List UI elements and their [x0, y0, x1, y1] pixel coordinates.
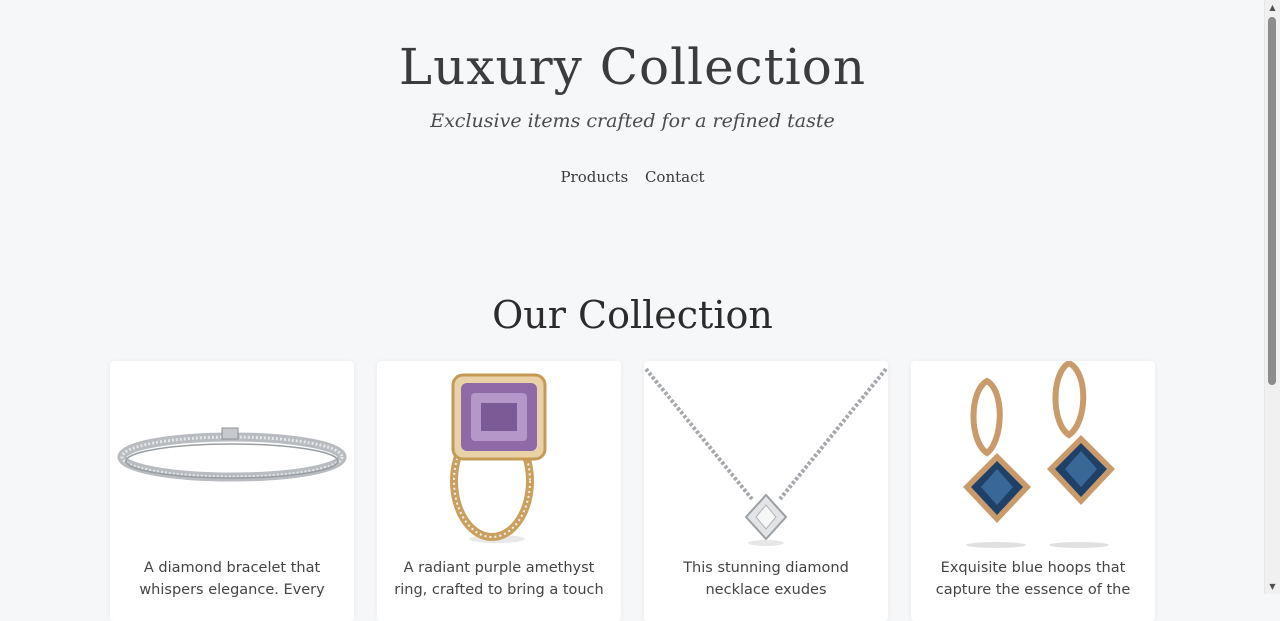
amethyst-ring-image: [450, 373, 547, 543]
diamond-necklace-image: [644, 367, 888, 546]
product-description: This stunning diamond necklace exudes: [683, 560, 849, 598]
product-card-ring[interactable]: A radiant purple amethyst ring, crafted …: [377, 361, 621, 621]
scroll-down-icon[interactable]: ▼: [1265, 579, 1280, 594]
scroll-up-icon[interactable]: ▲: [1265, 0, 1280, 15]
bracelet-image: [117, 427, 347, 482]
nav-link-contact[interactable]: Contact: [645, 168, 705, 186]
product-card-necklace[interactable]: This stunning diamond necklace exudes: [644, 361, 888, 621]
product-card-bracelet[interactable]: A diamond bracelet that whispers eleganc…: [110, 361, 354, 621]
collection-title: Our Collection: [492, 293, 773, 337]
product-description: A radiant purple amethyst ring, crafted …: [394, 560, 604, 598]
site-tagline: Exclusive items crafted for a refined ta…: [430, 110, 835, 132]
page: Luxury Collection Exclusive items crafte…: [0, 0, 1265, 621]
scrollbar-thumb[interactable]: [1268, 17, 1276, 385]
nav-link-products[interactable]: Products: [560, 168, 628, 186]
product-description: A diamond bracelet that whispers eleganc…: [139, 560, 325, 598]
product-description: Exquisite blue hoops that capture the es…: [935, 560, 1131, 598]
site-title: Luxury Collection: [398, 38, 867, 96]
blue-earrings-image: [963, 361, 1115, 548]
main-nav: Products Contact: [0, 168, 1265, 186]
product-card-earrings[interactable]: Exquisite blue hoops that capture the es…: [911, 361, 1155, 621]
vertical-scrollbar[interactable]: ▲ ▼: [1264, 0, 1280, 594]
